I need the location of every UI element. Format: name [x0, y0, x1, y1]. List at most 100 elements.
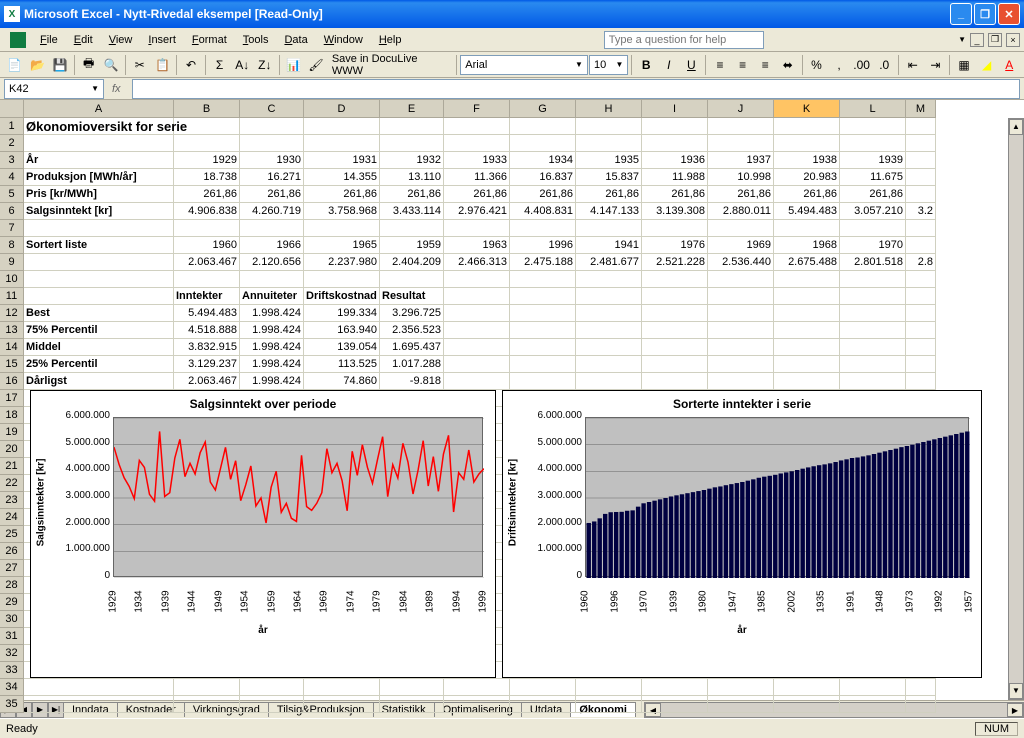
cell-L8[interactable]: 1970	[840, 237, 906, 254]
cell-A6[interactable]: Salgsinntekt [kr]	[24, 203, 174, 220]
row-header-12[interactable]: 12	[0, 305, 24, 322]
cell-C35[interactable]	[240, 696, 304, 713]
cell-F16[interactable]	[444, 373, 510, 390]
cell-A13[interactable]: 75% Percentil	[24, 322, 174, 339]
cell-G3[interactable]: 1934	[510, 152, 576, 169]
cell-K6[interactable]: 5.494.483	[774, 203, 840, 220]
bold-icon[interactable]: B	[635, 54, 657, 76]
cell-F10[interactable]	[444, 271, 510, 288]
cell-J10[interactable]	[708, 271, 774, 288]
cell-A7[interactable]	[24, 220, 174, 237]
cell-B8[interactable]: 1960	[174, 237, 240, 254]
cell-C4[interactable]: 16.271	[240, 169, 304, 186]
cell-F11[interactable]	[444, 288, 510, 305]
cell-F15[interactable]	[444, 356, 510, 373]
cell-H13[interactable]	[576, 322, 642, 339]
cell-C8[interactable]: 1966	[240, 237, 304, 254]
cell-A2[interactable]	[24, 135, 174, 152]
col-header-J[interactable]: J	[708, 100, 774, 118]
cell-K8[interactable]: 1968	[774, 237, 840, 254]
cell-K34[interactable]	[774, 679, 840, 696]
worksheet-grid[interactable]: ABCDEFGHIJKLM 12345678910111213141516171…	[0, 100, 1024, 700]
cell-F13[interactable]	[444, 322, 510, 339]
cell-I34[interactable]	[642, 679, 708, 696]
cell-C11[interactable]: Annuiteter	[240, 288, 304, 305]
cell-M3[interactable]	[906, 152, 936, 169]
cell-B6[interactable]: 4.906.838	[174, 203, 240, 220]
cell-K1[interactable]	[774, 118, 840, 135]
cell-J12[interactable]	[708, 305, 774, 322]
cell-A15[interactable]: 25% Percentil	[24, 356, 174, 373]
paste-icon[interactable]: 📋	[152, 54, 174, 76]
cell-K7[interactable]	[774, 220, 840, 237]
cell-L5[interactable]: 261,86	[840, 186, 906, 203]
sort-asc-icon[interactable]: A↓	[231, 54, 253, 76]
cell-H8[interactable]: 1941	[576, 237, 642, 254]
align-left-icon[interactable]: ≡	[709, 54, 731, 76]
cell-L35[interactable]	[840, 696, 906, 713]
cell-L1[interactable]	[840, 118, 906, 135]
cell-H9[interactable]: 2.481.677	[576, 254, 642, 271]
cell-A34[interactable]	[24, 679, 174, 696]
cell-D7[interactable]	[304, 220, 380, 237]
cell-H1[interactable]	[576, 118, 642, 135]
cell-C7[interactable]	[240, 220, 304, 237]
menu-insert[interactable]: Insert	[140, 32, 184, 48]
fx-icon[interactable]: fx	[112, 83, 132, 95]
cell-B14[interactable]: 3.832.915	[174, 339, 240, 356]
row-header-24[interactable]: 24	[0, 509, 24, 526]
row-header-29[interactable]: 29	[0, 594, 24, 611]
cell-M6[interactable]: 3.2	[906, 203, 936, 220]
cell-K14[interactable]	[774, 339, 840, 356]
cell-K13[interactable]	[774, 322, 840, 339]
col-header-A[interactable]: A	[24, 100, 174, 118]
cell-G34[interactable]	[510, 679, 576, 696]
cell-K11[interactable]	[774, 288, 840, 305]
cell-F6[interactable]: 2.976.421	[444, 203, 510, 220]
cell-D9[interactable]: 2.237.980	[304, 254, 380, 271]
cell-K4[interactable]: 20.983	[774, 169, 840, 186]
undo-icon[interactable]: ↶	[180, 54, 202, 76]
cell-K16[interactable]	[774, 373, 840, 390]
cell-B5[interactable]: 261,86	[174, 186, 240, 203]
cell-G6[interactable]: 4.408.831	[510, 203, 576, 220]
cut-icon[interactable]: ✂	[129, 54, 151, 76]
cell-E35[interactable]	[380, 696, 444, 713]
cell-C10[interactable]	[240, 271, 304, 288]
cell-D11[interactable]: Driftskostnad	[304, 288, 380, 305]
cell-L14[interactable]	[840, 339, 906, 356]
cell-G4[interactable]: 16.837	[510, 169, 576, 186]
row-header-27[interactable]: 27	[0, 560, 24, 577]
increase-decimal-icon[interactable]: .00	[851, 54, 873, 76]
cell-E16[interactable]: -9.818	[380, 373, 444, 390]
cell-H6[interactable]: 4.147.133	[576, 203, 642, 220]
cell-K10[interactable]	[774, 271, 840, 288]
cell-M35[interactable]	[906, 696, 936, 713]
row-header-34[interactable]: 34	[0, 679, 24, 696]
cell-E10[interactable]	[380, 271, 444, 288]
cell-D10[interactable]	[304, 271, 380, 288]
cell-G1[interactable]	[510, 118, 576, 135]
align-right-icon[interactable]: ≡	[754, 54, 776, 76]
app-menu-icon[interactable]	[10, 32, 26, 48]
autosum-icon[interactable]: Σ	[209, 54, 231, 76]
cell-A9[interactable]	[24, 254, 174, 271]
cell-J35[interactable]	[708, 696, 774, 713]
cell-B12[interactable]: 5.494.483	[174, 305, 240, 322]
row-header-1[interactable]: 1	[0, 118, 24, 135]
cell-B1[interactable]	[174, 118, 240, 135]
cell-L16[interactable]	[840, 373, 906, 390]
cell-L15[interactable]	[840, 356, 906, 373]
cell-D14[interactable]: 139.054	[304, 339, 380, 356]
cell-A35[interactable]	[24, 696, 174, 713]
cell-D1[interactable]	[304, 118, 380, 135]
cell-G5[interactable]: 261,86	[510, 186, 576, 203]
cell-F7[interactable]	[444, 220, 510, 237]
cell-G15[interactable]	[510, 356, 576, 373]
cell-F8[interactable]: 1963	[444, 237, 510, 254]
cell-D12[interactable]: 199.334	[304, 305, 380, 322]
cell-D6[interactable]: 3.758.968	[304, 203, 380, 220]
name-box[interactable]: K42▼	[4, 79, 104, 99]
cell-K35[interactable]	[774, 696, 840, 713]
cell-C13[interactable]: 1.998.424	[240, 322, 304, 339]
